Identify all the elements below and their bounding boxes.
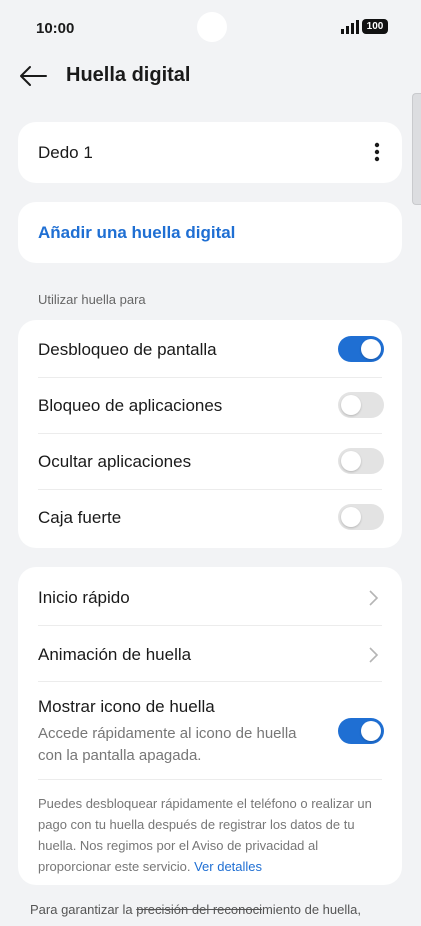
toggle-row-hide-apps[interactable]: Ocultar aplicaciones	[18, 433, 402, 489]
toggle-label: Bloqueo de aplicaciones	[38, 396, 223, 415]
footer-text: Para garantizar la precisión del reconoc…	[30, 902, 400, 917]
app-bar: Huella digital	[0, 56, 421, 100]
signal-icon	[341, 20, 359, 34]
toggle-row-safe[interactable]: Caja fuerte	[18, 489, 402, 546]
front-camera	[197, 12, 227, 42]
battery-icon: 100	[362, 19, 388, 34]
scrollbar[interactable]	[412, 93, 421, 205]
show-icon-label: Mostrar icono de huella	[38, 697, 215, 716]
clock: 10:00	[36, 20, 75, 37]
finger-item[interactable]: Dedo 1	[18, 122, 402, 183]
show-icon-description: Accede rápidamente al icono de huella co…	[38, 725, 297, 764]
hide-apps-switch[interactable]	[338, 448, 384, 474]
divider	[38, 779, 382, 780]
status-bar: 10:00 100	[0, 0, 421, 56]
toggle-label: Caja fuerte	[38, 508, 122, 527]
quick-start-label: Inicio rápido	[38, 588, 130, 607]
chevron-right-icon	[369, 647, 379, 663]
finger-label: Dedo 1	[38, 143, 93, 162]
use-for-card: Desbloqueo de pantalla Bloqueo de aplica…	[18, 320, 402, 548]
back-arrow-icon[interactable]	[18, 64, 48, 88]
screen-unlock-switch[interactable]	[338, 336, 384, 362]
toggle-label: Desbloqueo de pantalla	[38, 340, 217, 359]
animation-label: Animación de huella	[38, 645, 192, 664]
toggle-row-app-lock[interactable]: Bloqueo de aplicaciones	[18, 377, 402, 433]
add-fingerprint-button[interactable]: Añadir una huella digital	[18, 202, 402, 263]
more-options-icon[interactable]	[374, 142, 380, 162]
page-title: Huella digital	[66, 64, 191, 86]
toggle-label: Ocultar aplicaciones	[38, 452, 192, 471]
footer-part1: Para garantizar la	[30, 902, 137, 917]
footer-part2: miento de huella,	[261, 902, 361, 917]
show-icon-item[interactable]: Mostrar icono de huella Accede rápidamen…	[18, 681, 402, 777]
see-details-link[interactable]: Ver detalles	[194, 859, 262, 874]
phone-screen: 10:00 100 Huella digital Dedo 1 Añadir u…	[0, 0, 421, 926]
toggle-row-screen-unlock[interactable]: Desbloqueo de pantalla	[18, 320, 402, 377]
add-fingerprint-label: Añadir una huella digital	[38, 223, 236, 242]
footer-struck: precisión del reconoci	[136, 902, 262, 917]
section-label: Utilizar huella para	[38, 292, 146, 307]
settings-card: Inicio rápido Animación de huella Mostra…	[18, 567, 402, 885]
app-lock-switch[interactable]	[338, 392, 384, 418]
chevron-right-icon	[369, 590, 379, 606]
show-icon-switch[interactable]	[338, 718, 384, 744]
fingerprint-animation-item[interactable]: Animación de huella	[18, 625, 402, 681]
privacy-note: Puedes desbloquear rápidamente el teléfo…	[38, 793, 383, 877]
quick-start-item[interactable]: Inicio rápido	[18, 567, 402, 625]
safe-switch[interactable]	[338, 504, 384, 530]
